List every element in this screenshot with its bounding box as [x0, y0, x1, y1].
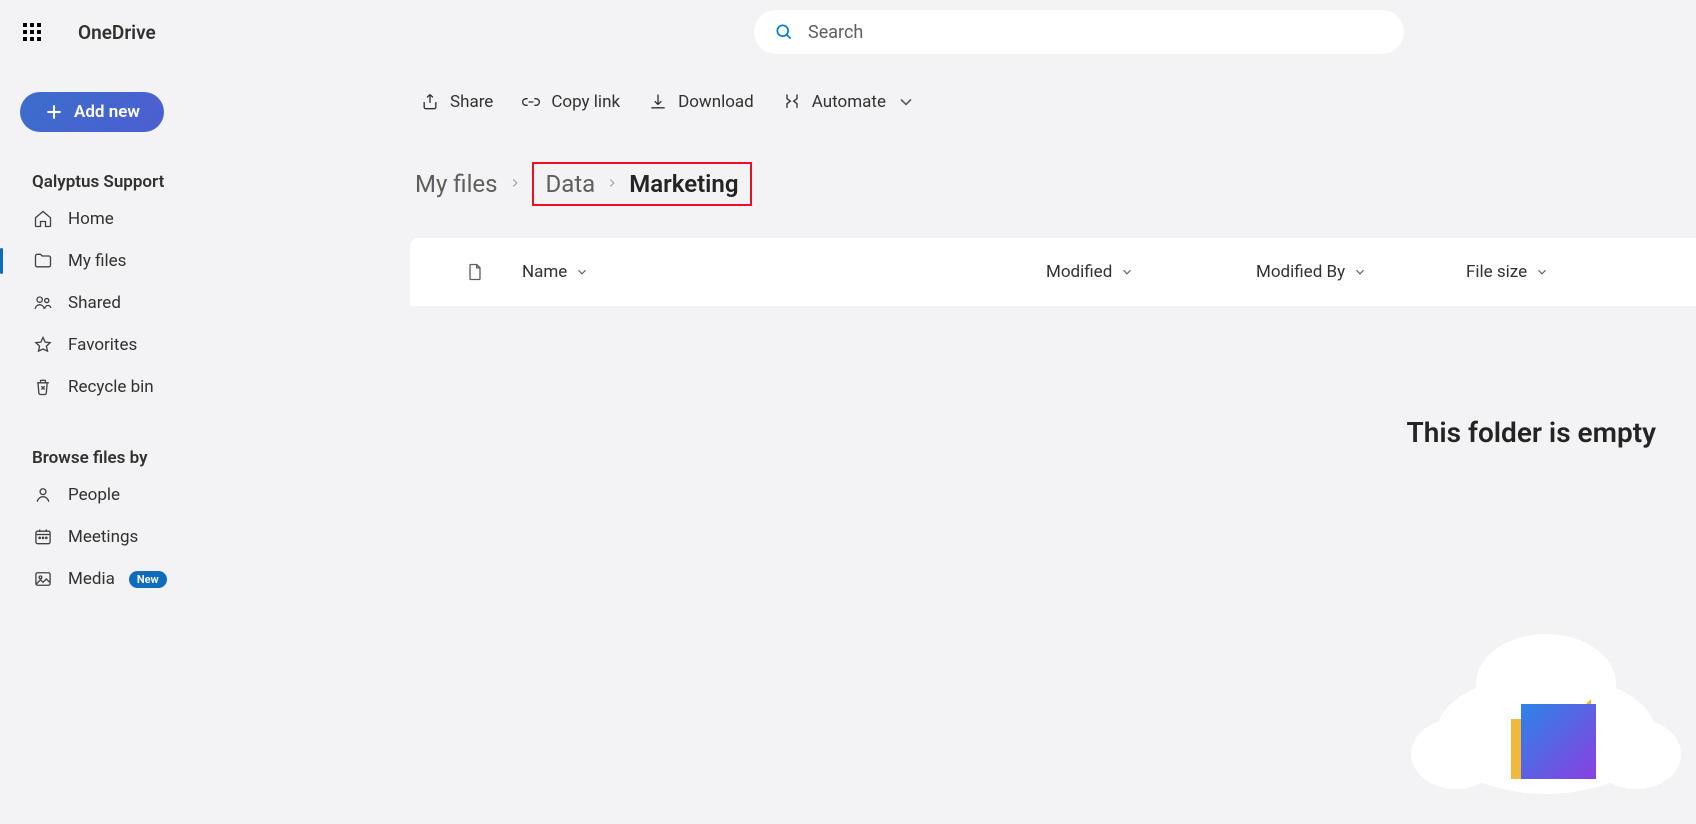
toolbar: Share Copy link Download Automate [300, 92, 1696, 112]
tool-label: Copy link [551, 92, 620, 112]
nav-item-my-files[interactable]: My files [20, 240, 300, 282]
chevron-down-icon [1535, 265, 1549, 279]
chevron-down-icon [896, 92, 916, 112]
search-container [754, 10, 1404, 54]
nav-item-recycle-bin[interactable]: Recycle bin [20, 366, 300, 408]
automate-button[interactable]: Automate [782, 92, 916, 112]
column-name[interactable]: Name [510, 262, 1046, 282]
calendar-icon [32, 526, 54, 548]
column-label: Modified [1046, 262, 1112, 282]
link-icon [521, 92, 541, 112]
nav-label: Home [68, 209, 114, 229]
nav-label: Meetings [68, 527, 138, 547]
search-icon [774, 22, 794, 42]
file-table: Name Modified Modified By File size [410, 238, 1696, 306]
chevron-down-icon [575, 265, 589, 279]
nav-label: Media [68, 569, 115, 589]
column-label: File size [1466, 262, 1527, 282]
browse-item-media[interactable]: Media New [20, 558, 300, 600]
share-icon [420, 92, 440, 112]
nav-label: My files [68, 251, 126, 271]
account-heading: Qalyptus Support [32, 172, 300, 192]
browse-list: People Meetings Media New [20, 474, 300, 600]
image-icon [32, 568, 54, 590]
empty-folder-message: This folder is empty [300, 306, 1696, 449]
chevron-right-icon [508, 175, 522, 194]
plus-icon [44, 102, 64, 122]
breadcrumb-highlight: Data Marketing [532, 162, 753, 206]
search-input[interactable] [808, 22, 1384, 43]
chevron-right-icon [605, 175, 619, 194]
copy-link-button[interactable]: Copy link [521, 92, 620, 112]
column-modified-by[interactable]: Modified By [1256, 262, 1466, 282]
nav-label: Recycle bin [68, 377, 154, 397]
nav-item-favorites[interactable]: Favorites [20, 324, 300, 366]
column-modified[interactable]: Modified [1046, 262, 1256, 282]
trash-icon [32, 376, 54, 398]
breadcrumb-current: Marketing [629, 170, 738, 198]
person-icon [32, 484, 54, 506]
nav-label: Shared [68, 293, 121, 313]
column-label: Name [522, 262, 567, 282]
tool-label: Download [678, 92, 754, 112]
add-new-button[interactable]: Add new [20, 92, 164, 132]
cloud-illustration [1396, 604, 1696, 824]
browse-heading: Browse files by [32, 448, 300, 468]
nav-item-shared[interactable]: Shared [20, 282, 300, 324]
folder-icon [32, 250, 54, 272]
nav-item-home[interactable]: Home [20, 198, 300, 240]
file-icon [465, 261, 485, 283]
browse-item-people[interactable]: People [20, 474, 300, 516]
breadcrumb-folder[interactable]: Data [546, 170, 596, 198]
main-content: Share Copy link Download Automate My fil… [300, 64, 1696, 764]
chevron-down-icon [1120, 265, 1134, 279]
chevron-down-icon [1353, 265, 1367, 279]
search-box[interactable] [754, 10, 1404, 54]
column-label: Modified By [1256, 262, 1345, 282]
column-file-size[interactable]: File size [1466, 262, 1666, 282]
download-icon [648, 92, 668, 112]
nav-label: Favorites [68, 335, 137, 355]
add-new-label: Add new [74, 102, 140, 122]
table-header-row: Name Modified Modified By File size [410, 238, 1696, 306]
column-type[interactable] [440, 261, 510, 283]
tool-label: Automate [812, 92, 886, 112]
breadcrumb-root[interactable]: My files [415, 170, 498, 198]
tool-label: Share [450, 92, 493, 112]
new-badge: New [129, 571, 167, 588]
browse-item-meetings[interactable]: Meetings [20, 516, 300, 558]
app-header: OneDrive [0, 0, 1696, 64]
breadcrumb: My files Data Marketing [300, 162, 1696, 206]
app-launcher-button[interactable] [12, 12, 52, 52]
star-icon [32, 334, 54, 356]
share-button[interactable]: Share [420, 92, 493, 112]
people-icon [32, 292, 54, 314]
nav-label: People [68, 485, 120, 505]
home-icon [32, 208, 54, 230]
sidebar: Add new Qalyptus Support Home My files [0, 64, 300, 764]
waffle-icon [23, 23, 41, 41]
nav-list: Home My files Shared Favorites [20, 198, 300, 408]
automate-icon [782, 92, 802, 112]
app-title: OneDrive [78, 21, 156, 44]
download-button[interactable]: Download [648, 92, 754, 112]
